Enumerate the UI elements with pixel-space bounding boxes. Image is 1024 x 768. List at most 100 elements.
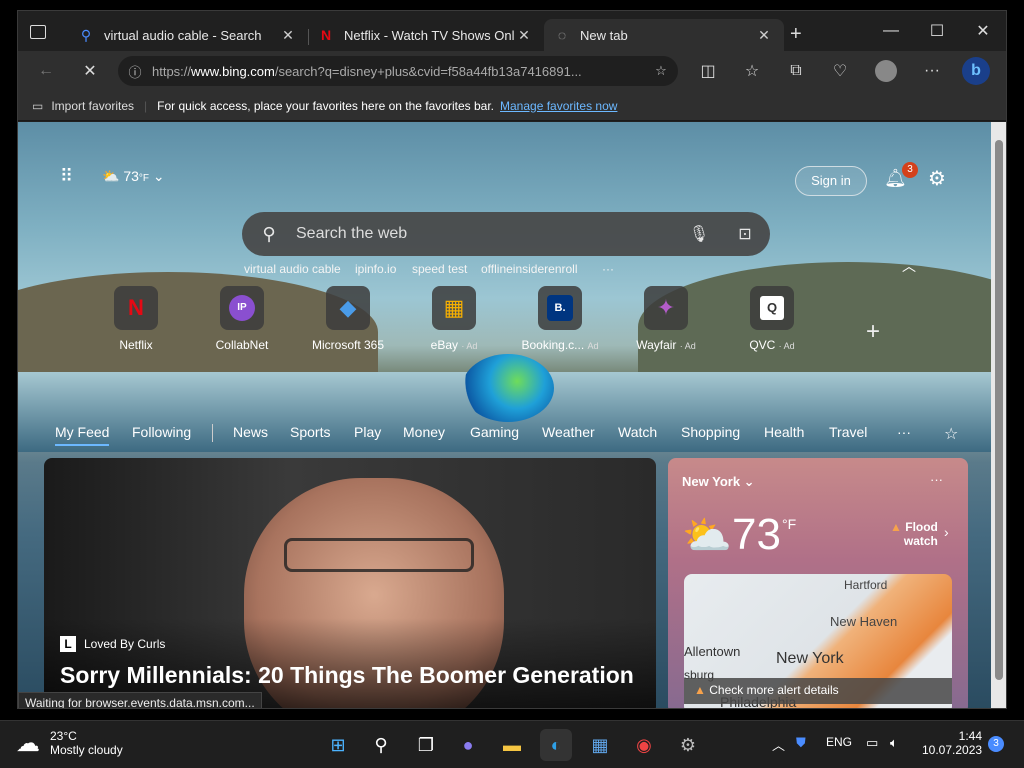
nav-play[interactable]: Play [354, 424, 381, 440]
quick-link-ebay[interactable]: ▦ eBay · Ad [414, 286, 494, 352]
close-tab-button[interactable]: ✕ [278, 27, 298, 44]
chat-icon[interactable]: ● [452, 729, 484, 761]
split-screen-icon[interactable]: ◫ [694, 57, 722, 85]
manage-favorites-link[interactable]: Manage favorites now [500, 99, 617, 113]
close-window-button[interactable]: ✕ [960, 11, 1006, 51]
gear-icon[interactable]: ⚙ [928, 166, 946, 191]
task-view-icon[interactable]: ❐ [410, 729, 442, 761]
weather-card[interactable]: New York ⌄ ··· ⛅ 73 °F ▲ Flood watch › H… [668, 458, 968, 708]
nav-shopping[interactable]: Shopping [681, 424, 740, 440]
quick-link-wayfair[interactable]: ✦ Wayfair · Ad [626, 286, 706, 352]
minimize-button[interactable]: — [868, 11, 914, 51]
quick-link-netflix[interactable]: N Netflix [96, 286, 176, 352]
search-input[interactable]: Search the web [296, 225, 678, 243]
nav-more-button[interactable]: ··· [897, 424, 911, 440]
nav-news[interactable]: News [233, 424, 268, 440]
weather-map[interactable]: Hartford New Haven Allentown New York sb… [684, 574, 952, 708]
new-tab-button[interactable]: + [790, 23, 802, 46]
sign-in-button[interactable]: Sign in [795, 166, 867, 196]
close-tab-button[interactable]: ✕ [514, 27, 534, 44]
suggestion-link[interactable]: ipinfo.io [355, 262, 396, 276]
browser-essentials-icon[interactable]: ♡ [826, 57, 854, 85]
collections-icon[interactable]: ⧉ [782, 57, 810, 85]
search-icon: ⚲ [262, 223, 276, 244]
file-explorer-icon[interactable]: ▬ [496, 729, 528, 761]
quick-link-label: CollabNet [215, 338, 269, 352]
search-icon[interactable]: ⚲ [365, 729, 397, 761]
profile-icon[interactable] [872, 57, 900, 85]
volume-icon[interactable]: 🔈︎ [890, 735, 898, 751]
store-icon[interactable]: ▦ [584, 729, 616, 761]
personalize-icon[interactable]: ☆ [944, 424, 958, 444]
suggestion-link[interactable]: virtual audio cable [244, 262, 341, 276]
quick-link-microsoft365[interactable]: ◆ Microsoft 365 [308, 286, 388, 352]
suggestion-link[interactable]: speed test [412, 262, 467, 276]
tab-search[interactable]: ⚲ virtual audio cable - Search ✕ [68, 19, 308, 51]
chrome-icon[interactable]: ◉ [628, 729, 660, 761]
quick-link-collabnet[interactable]: IP CollabNet [202, 286, 282, 352]
taskbar-weather[interactable]: 23°C Mostly cloudy [50, 729, 123, 757]
cloudy-sun-icon: ⛅ [682, 514, 732, 558]
close-tab-button[interactable]: ✕ [754, 27, 774, 44]
edge-logo-icon [462, 354, 554, 422]
security-icon[interactable]: ⛊ [796, 735, 806, 751]
stop-icon[interactable]: ✕ [76, 57, 104, 85]
language-indicator[interactable]: ENG [826, 735, 852, 749]
site-info-icon[interactable]: ⓘ [118, 62, 152, 81]
favorites-icon[interactable]: ☆ [738, 57, 766, 85]
nav-gaming[interactable]: Gaming [470, 424, 519, 440]
nav-money[interactable]: Money [403, 424, 445, 440]
favorite-star-icon[interactable]: ☆ [644, 63, 678, 79]
tab-title: Netflix - Watch TV Shows Online [344, 27, 514, 43]
alert-details-link[interactable]: ▲ Check more alert details [684, 678, 952, 704]
weather-widget[interactable]: ⛅ 73°F ⌄ [102, 168, 165, 185]
network-icon[interactable]: ▭ [866, 735, 878, 751]
collapse-chevron-icon[interactable]: ︿ [902, 256, 916, 276]
cloudy-icon[interactable]: ☁ [16, 729, 40, 758]
weather-temp: 73 [123, 168, 139, 184]
notification-center-badge[interactable]: 3 [988, 736, 1004, 752]
start-icon[interactable]: ⊞ [322, 729, 354, 761]
visual-search-icon[interactable]: ⊡ [720, 224, 770, 244]
edge-icon[interactable]: ◐ [540, 729, 572, 761]
netflix-icon: N [320, 27, 332, 43]
show-hidden-icons-icon[interactable]: ︿ [772, 735, 785, 754]
article-source: Loved By Curls [84, 637, 166, 651]
tab-actions-icon[interactable] [30, 25, 46, 39]
tab-netflix[interactable]: N Netflix - Watch TV Shows Online ✕ [308, 19, 544, 51]
tab-new-tab[interactable]: ◌ New tab ✕ [544, 19, 784, 51]
flood-watch-alert[interactable]: ▲ Flood watch [890, 520, 938, 548]
microphone-icon[interactable]: 🎙︎ [678, 224, 720, 244]
scrollbar[interactable] [991, 122, 1006, 708]
maximize-button[interactable]: ☐ [914, 11, 960, 51]
settings-more-icon[interactable]: ··· [918, 57, 946, 85]
weather-city[interactable]: New York ⌄ [682, 474, 755, 490]
address-bar[interactable]: ⓘ https://www.bing.com/search?q=disney+p… [118, 56, 678, 86]
article-card[interactable]: L Loved By Curls Sorry Millennials: 20 T… [44, 458, 656, 708]
suggestion-link[interactable]: offlineinsiderenroll [481, 262, 578, 276]
import-favorites-button[interactable]: Import favorites [51, 99, 134, 113]
nav-my-feed[interactable]: My Feed [55, 424, 110, 446]
search-box[interactable]: ⚲ Search the web 🎙︎ ⊡ [242, 212, 770, 256]
suggestions-more-button[interactable]: ··· [602, 262, 614, 276]
nav-health[interactable]: Health [764, 424, 804, 440]
ad-badge: · Ad [461, 341, 478, 351]
article-headline[interactable]: Sorry Millennials: 20 Things The Boomer … [60, 662, 634, 689]
apps-launcher-icon[interactable]: ⠿ [60, 166, 73, 187]
quick-link-booking[interactable]: B. Booking.c... Ad [520, 286, 600, 352]
weather-more-icon[interactable]: ··· [930, 472, 943, 487]
bing-icon[interactable]: b [962, 57, 990, 85]
ad-badge: · Ad [778, 341, 795, 351]
nav-travel[interactable]: Travel [829, 424, 867, 440]
quick-link-qvc[interactable]: Q QVC · Ad [732, 286, 812, 352]
status-bar: Waiting for browser.events.data.msn.com.… [18, 692, 262, 708]
nav-watch[interactable]: Watch [618, 424, 657, 440]
qvc-icon: Q [760, 296, 784, 320]
back-icon[interactable]: ← [32, 57, 60, 85]
add-quick-link-button[interactable]: + [866, 318, 880, 346]
clock[interactable]: 1:44 10.07.2023 [922, 729, 982, 757]
nav-weather[interactable]: Weather [542, 424, 595, 440]
nav-following[interactable]: Following [132, 424, 191, 440]
nav-sports[interactable]: Sports [290, 424, 330, 440]
settings-icon[interactable]: ⚙ [672, 729, 704, 761]
